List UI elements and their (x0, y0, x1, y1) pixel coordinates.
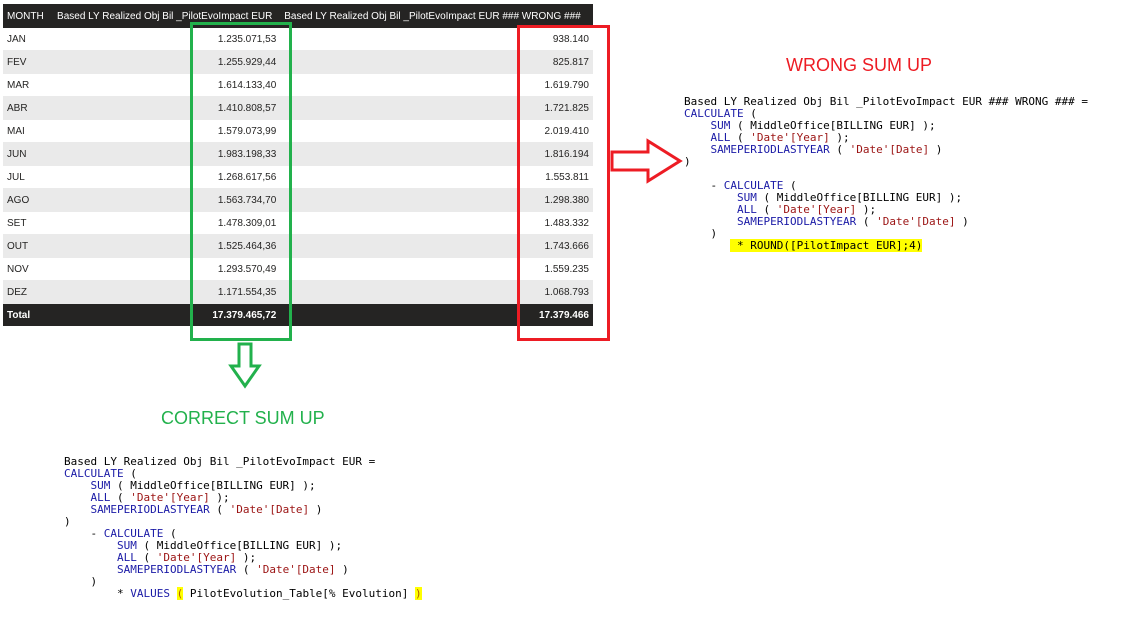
correct-dax-code: Based LY Realized Obj Bil _PilotEvoImpac… (64, 455, 422, 600)
month-cell: DEZ (3, 280, 54, 304)
correct-column-highlight-box (190, 22, 292, 341)
month-cell: AGO (3, 188, 54, 212)
month-cell: SET (3, 211, 54, 235)
wrong-sum-label: WRONG SUM UP (786, 55, 932, 75)
table-row: NOV 1.293.570,49 1.559.235 (3, 257, 593, 281)
table-row: ABR 1.410.808,57 1.721.825 (3, 96, 593, 120)
table-row: JAN 1.235.071,53 938.140 (3, 28, 593, 51)
table-row: OUT 1.525.464,36 1.743.666 (3, 234, 593, 258)
table-row: SET 1.478.309,01 1.483.332 (3, 211, 593, 235)
month-cell: JUN (3, 142, 54, 166)
round-highlight: * ROUND([PilotImpact EUR];4) (730, 239, 923, 252)
table-row: JUL 1.268.617,56 1.553.811 (3, 165, 593, 189)
table-total-row: Total 17.379.465,72 17.379.466 (3, 303, 593, 326)
data-table: MONTH Based LY Realized Obj Bil _PilotEv… (3, 4, 593, 326)
green-arrow-icon (228, 342, 262, 389)
month-cell: MAI (3, 119, 54, 143)
table-row: JUN 1.983.198,33 1.816.194 (3, 142, 593, 166)
table-row: DEZ 1.171.554,35 1.068.793 (3, 280, 593, 304)
table-row: MAI 1.579.073,99 2.019.410 (3, 119, 593, 143)
month-cell: NOV (3, 257, 54, 281)
table-body: JAN 1.235.071,53 938.140 FEV 1.255.929,44 825… (3, 28, 593, 304)
table-row: AGO 1.563.734,70 1.298.380 (3, 188, 593, 212)
wrong-column-highlight-box (517, 25, 610, 341)
table-row: FEV 1.255.929,44 825.817 (3, 50, 593, 74)
month-cell: JUL (3, 165, 54, 189)
wrong-dax-code: Based LY Realized Obj Bil _PilotEvoImpac… (684, 95, 1088, 252)
month-cell: OUT (3, 234, 54, 258)
table-header-row: MONTH Based LY Realized Obj Bil _PilotEv… (3, 4, 593, 28)
table-row: MAR 1.614.133,40 1.619.790 (3, 73, 593, 97)
month-cell: JAN (3, 28, 54, 51)
total-label: Total (3, 303, 54, 326)
correct-sum-label: CORRECT SUM UP (161, 408, 325, 428)
month-cell: MAR (3, 73, 54, 97)
month-cell: FEV (3, 50, 54, 74)
red-arrow-icon (610, 138, 683, 184)
month-cell: ABR (3, 96, 54, 120)
column-header-month[interactable]: MONTH (3, 4, 54, 28)
